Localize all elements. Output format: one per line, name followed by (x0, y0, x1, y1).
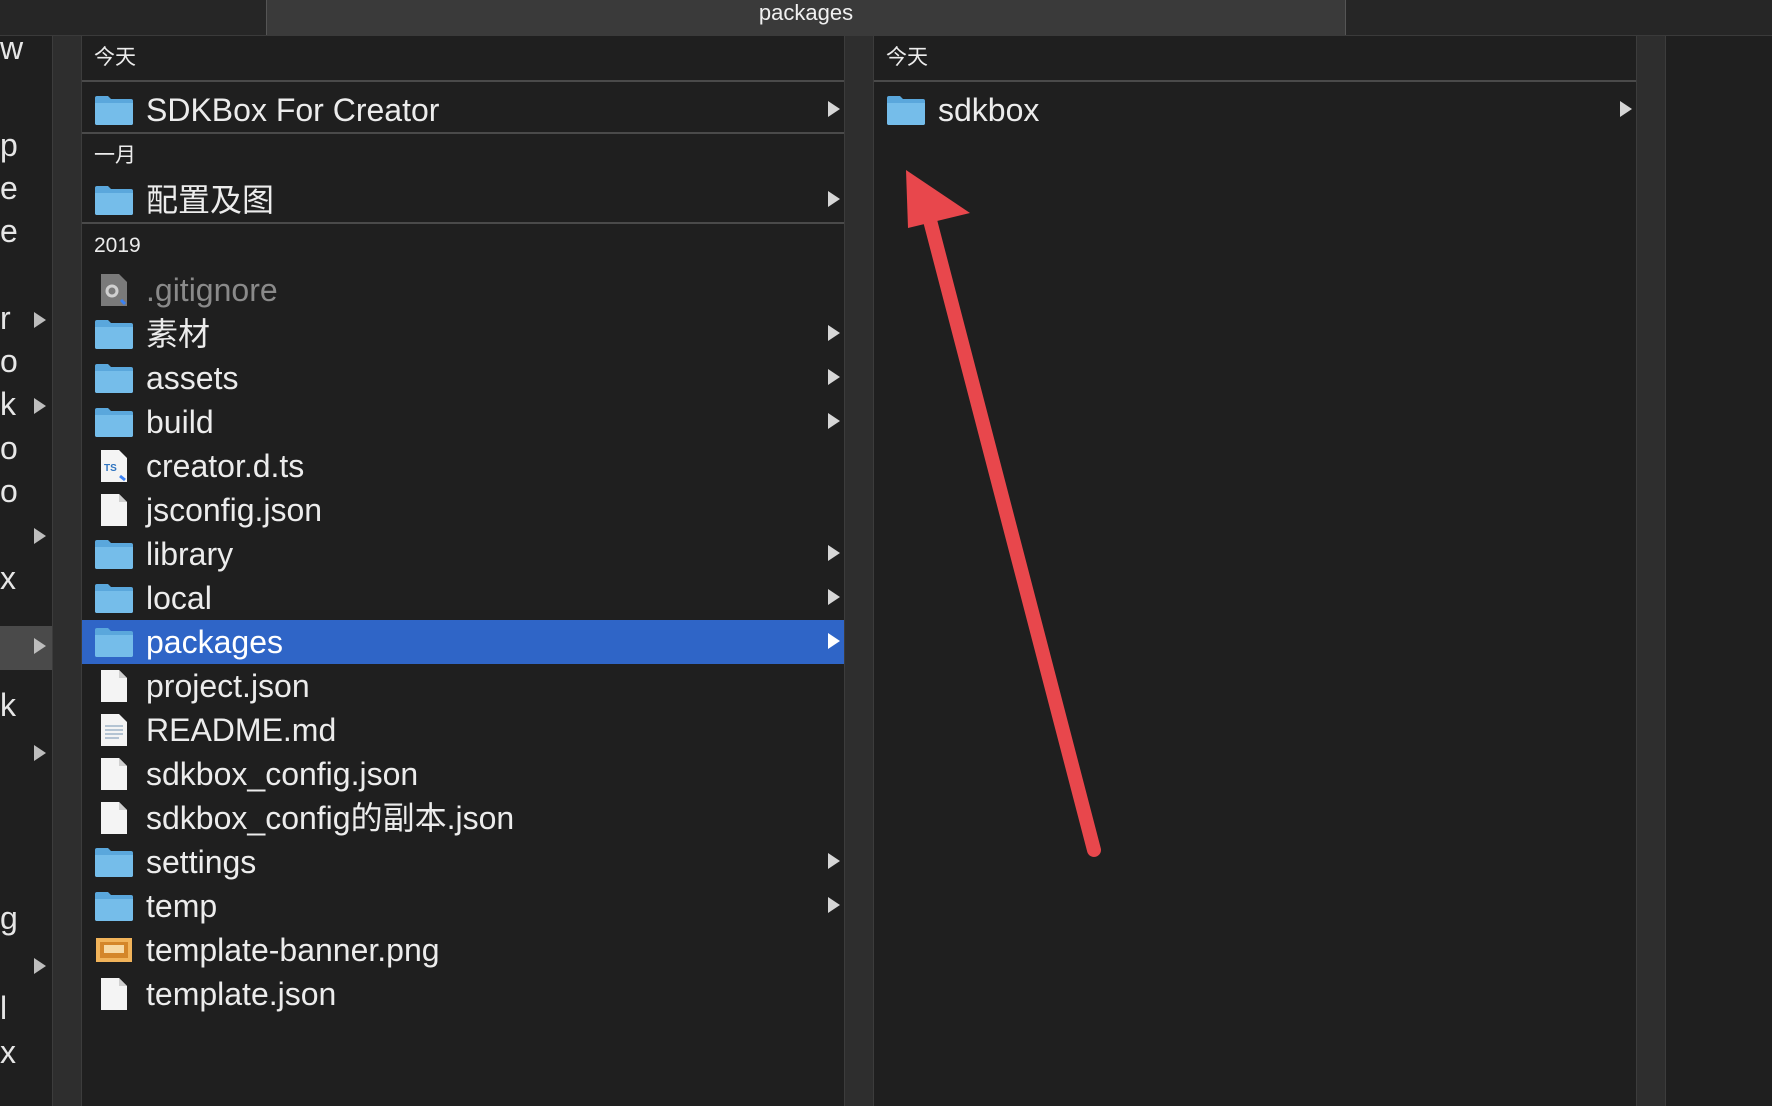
red-arrow-annotation (906, 170, 1101, 857)
